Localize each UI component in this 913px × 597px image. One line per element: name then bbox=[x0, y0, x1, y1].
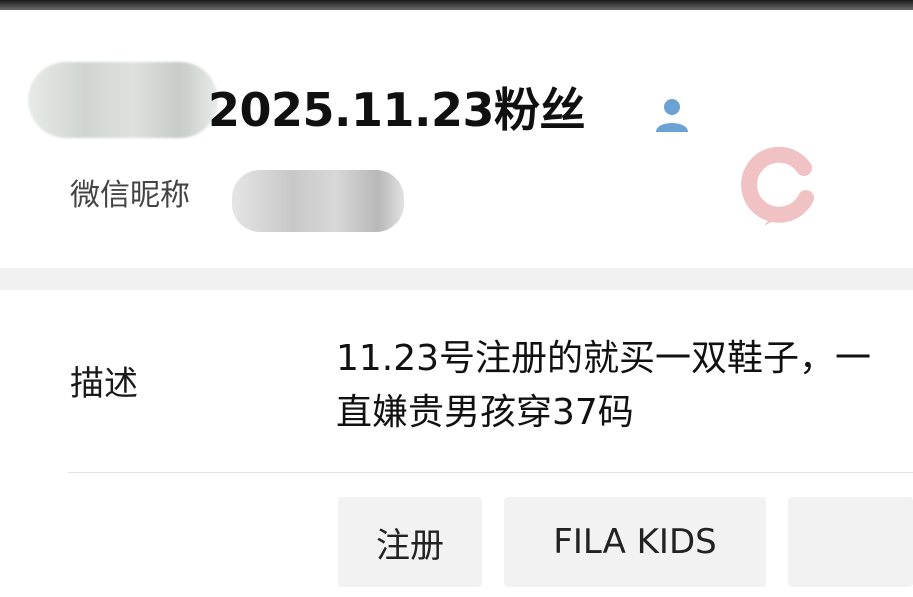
top-edge-bar bbox=[0, 0, 913, 10]
avatar-blurred bbox=[28, 62, 218, 138]
section-gap bbox=[0, 268, 913, 290]
divider bbox=[68, 472, 913, 473]
contact-title: 2025.11.23粉丝 bbox=[208, 83, 586, 137]
logo-watermark-icon bbox=[734, 140, 824, 230]
description-label: 描述 bbox=[70, 364, 138, 404]
tag-partial[interactable] bbox=[788, 497, 913, 587]
person-icon bbox=[651, 94, 693, 134]
tag-fila-kids[interactable]: FILA KIDS bbox=[504, 497, 766, 587]
description-text: 11.23号注册的就买一双鞋子，一直嫌贵男孩穿37码 bbox=[336, 338, 872, 433]
nickname-value-blurred bbox=[232, 170, 404, 232]
tag-register[interactable]: 注册 bbox=[338, 497, 482, 587]
wechat-nickname-label: 微信昵称 bbox=[70, 178, 190, 213]
